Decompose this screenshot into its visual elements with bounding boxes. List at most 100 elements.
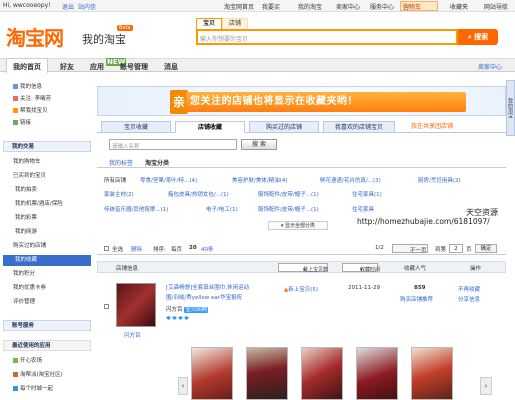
search-tab-items[interactable]: 宝贝 [196,18,222,29]
category-beauty[interactable]: 美容护肤/美体/精油(4) [232,176,288,184]
logout-link[interactable]: 退出 [62,2,74,11]
search-tab-shops[interactable]: 店铺 [222,18,248,29]
category-all[interactable]: 所有店铺 [104,176,126,184]
shop-search-input[interactable]: 请输入名称 [109,139,237,150]
search-input[interactable]: 输入你想要的宝贝 [196,29,458,45]
filter-fav-time[interactable]: 收藏时间 ▾ [342,263,380,273]
per-page-label: 每页 [171,247,183,253]
unfavorite-link[interactable]: 不再收藏 [458,285,480,293]
sidebar-item-bought[interactable]: 已买到的宝贝 [3,171,91,182]
sidebar-item-favorites[interactable]: 我的收藏 [3,255,91,266]
nav-apps[interactable]: 应用 [90,62,104,72]
sidebar-app-farm[interactable]: 开心农场 [3,356,91,367]
sidebar-item-games[interactable]: 我的网游 [3,227,91,238]
category-accessories-2[interactable]: 服饰配件/皮带/帽子...(1) [258,205,319,213]
page-input[interactable]: 2 [449,244,463,253]
inbox-link[interactable]: 站内信 [78,2,96,11]
subtab-my-tags[interactable]: 我的标签 [109,158,133,167]
seller-center-link[interactable]: 卖家中心 [478,62,502,71]
product-thumb-1[interactable] [191,347,233,400]
product-thumb-5[interactable] [411,347,453,400]
per-page-20[interactable]: 20 [189,245,197,251]
category-snacks[interactable]: 零食/坚果/茶叶/特...(4) [140,176,197,184]
sidebar-item-bought-shops[interactable]: 购买过的店铺 [3,241,91,252]
sidebar-section-trade[interactable]: 我的交易 [3,141,91,152]
new-items-link[interactable]: ▲新上宝贝(5) [284,285,318,293]
category-bags[interactable]: 箱包皮具/热销女包/...(1) [168,190,229,198]
shop-title-link[interactable]: [艾森畅想]全套真丝围巾,休闲运动 [166,283,249,291]
right-side-tab[interactable]: 我的淘宝 [506,80,515,136]
sidebar-item-points[interactable]: 我的积分 [3,269,91,280]
beta-badge: Beta [117,25,133,31]
table-header: 店铺信息 最上宝贝数 ▾ 收藏时间 ▾ 收藏人气 操作 [97,261,506,273]
site-nav-menu[interactable]: 网站导航 [484,2,508,11]
sidebar-links[interactable]: 链接 [3,118,91,129]
category-music[interactable]: 传统音乐器/其他按摩...(1) [104,205,168,213]
tab-bought-shops[interactable]: 购买过的店铺 [249,121,319,133]
nav-messages[interactable]: 消息 [164,62,178,72]
cart-button[interactable]: 🛒 购物车 [400,1,438,11]
sidebar-follow[interactable]: 关注: 李曦芳 [3,94,91,105]
popularity-sub[interactable]: 购买店铺推荐 [400,295,433,303]
farm-icon [13,358,18,363]
category-furniture-2[interactable]: 住宅家具 [352,205,374,213]
shop-image[interactable] [116,283,156,327]
taobao-home-link[interactable]: 淘宝网首页 [224,2,254,11]
product-thumb-4[interactable] [356,347,398,400]
my-taobao-menu[interactable]: 我的淘宝 [298,2,322,11]
show-all-categories-button[interactable]: ▾ 显示全部分类 [268,221,328,230]
diamond-icon [166,316,171,320]
select-all-label[interactable]: 全选 [112,245,123,253]
share-link[interactable]: 分享信息 [458,295,480,303]
sidebar-item-reviews[interactable]: 评价管理 [3,297,91,308]
favorites-menu[interactable]: 收藏夹 [450,2,468,11]
nav-account[interactable]: 账号管理 [120,62,148,72]
category-kitchen[interactable]: 厨房/烹饪用具(2) [418,176,461,184]
sidebar-app-community[interactable]: 淘帮派(淘宝社区) [3,370,91,381]
filter-new-items[interactable]: 最上宝贝数 ▾ [278,263,328,273]
sidebar: 我的信息 关注: 李曦芳 帮我找宝贝 链接 我的交易 我的购物车 已买到的宝贝 … [3,80,91,400]
sidebar-item-cart[interactable]: 我的购物车 [3,157,91,168]
link-icon [13,120,18,125]
page-confirm-button[interactable]: 确定 [475,244,497,253]
sidebar-item-coupons[interactable]: 我的优惠卡券 [3,283,91,294]
thumbs-scroll-left[interactable]: ‹ [178,377,188,395]
search-button[interactable]: ⌕ 搜索 [458,29,498,45]
sidebar-item-travel[interactable]: 我的机票/酒店/保险 [3,199,91,210]
sidebar-section-account[interactable]: 账号服务 [3,320,91,331]
tab-shared-shops[interactable]: 我在共享团店铺 [397,121,467,133]
shop-owner-avatar-label[interactable]: 闪方百 [124,331,141,339]
chevron-down-icon: ▾ [303,267,306,273]
sidebar-item-lottery[interactable]: 我的彩票 [3,213,91,224]
seller-center-menu[interactable]: 卖家中心 [336,2,360,11]
next-page-button[interactable]: 下一页 › [392,244,428,254]
buy-menu[interactable]: 我要买 [262,2,280,11]
taobao-logo[interactable]: 淘宝网 [6,22,64,51]
sidebar-app-together[interactable]: 每个时城一起 [3,384,91,395]
product-thumb-2[interactable] [246,347,288,400]
per-page-40[interactable]: 40条 [201,245,214,253]
select-all-checkbox[interactable] [104,246,109,251]
sidebar-item-auction[interactable]: 我的拍卖 [3,185,91,196]
category-flowers[interactable]: 鲜花速递/花卉仿真/...(3) [320,176,381,184]
subtab-taobao-categories[interactable]: 淘宝分类 [145,158,169,167]
category-accessories[interactable]: 服饰配件/皮带/帽子...(1) [258,190,319,198]
category-home-materials[interactable]: 家装主材(2) [104,190,134,198]
nav-my-home[interactable]: 我的首页 [6,58,48,73]
shop-title-line2[interactable]: 围/羽绒/秀yellow ear华宝祖祝 [166,293,242,301]
sidebar-find-items[interactable]: 帮我找宝贝 [3,106,91,117]
shop-tag-badge[interactable]: 宝贝回购 [184,307,209,313]
tab-shop-favorites[interactable]: 店铺收藏 [175,121,245,133]
delete-link[interactable]: 删除 [131,245,142,253]
category-furniture[interactable]: 住宅家具(1) [352,190,382,198]
row-checkbox[interactable] [104,304,109,309]
tab-item-favorites[interactable]: 宝贝收藏 [101,121,171,133]
nav-friends[interactable]: 好友 [60,62,74,72]
sidebar-my-info[interactable]: 我的信息 [3,82,91,93]
tab-liked-shop-items[interactable]: 我喜欢的店铺宝贝 [323,121,395,133]
service-center-menu[interactable]: 服务中心 [370,2,394,11]
thumbs-scroll-right[interactable]: › [480,377,492,395]
shop-search-button[interactable]: 搜 索 [241,139,277,150]
category-electronics[interactable]: 电子/电工(1) [206,205,238,213]
product-thumb-3[interactable] [301,347,343,400]
